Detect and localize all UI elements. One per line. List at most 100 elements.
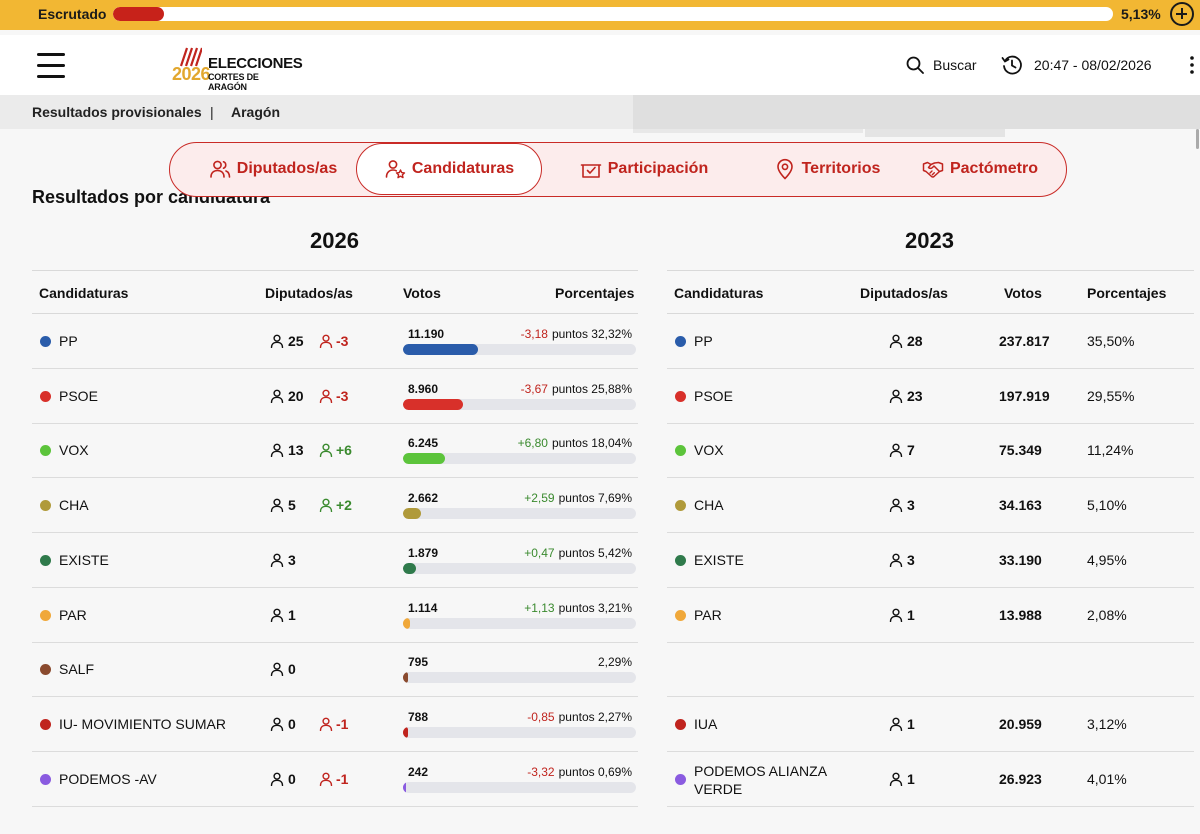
party-name: EXISTE xyxy=(59,551,109,568)
votes-count: 1.879 xyxy=(408,545,439,560)
seats-count: 28 xyxy=(907,333,923,349)
party-color-dot xyxy=(40,445,51,457)
party-name: IU- MOVIMIENTO SUMAR xyxy=(59,715,226,732)
menu-hamburger-icon[interactable] xyxy=(37,53,65,78)
tab-territorios[interactable]: Territorios xyxy=(742,143,912,195)
person-icon xyxy=(270,389,284,403)
column-header: Votos xyxy=(403,285,441,301)
percentage-value: 3,12% xyxy=(1087,715,1127,732)
percentage-info: +0,47 puntos 5,42% xyxy=(524,546,632,560)
vote-share-bar xyxy=(403,344,636,355)
vote-share-fill xyxy=(403,562,416,574)
person-icon xyxy=(889,334,903,349)
party-color-dot xyxy=(40,718,51,730)
person-delta-icon xyxy=(319,717,333,732)
table-row[interactable]: PAR 1 13.988 2,08% xyxy=(667,588,1194,643)
vote-share-bar xyxy=(403,562,636,574)
party-color-dot xyxy=(40,664,51,676)
seats-count: 5 xyxy=(288,497,296,514)
more-options-icon[interactable] xyxy=(1189,55,1195,75)
table-row[interactable]: VOX 7 75.349 11,24% xyxy=(667,423,1194,479)
results-tabs: Diputados/as Candidaturas Participación … xyxy=(169,142,1067,197)
vote-share-bar xyxy=(403,508,636,520)
column-header: Candidaturas xyxy=(39,285,129,301)
seats-count: 1 xyxy=(907,606,915,623)
party-color-dot xyxy=(675,609,686,621)
party-color-dot xyxy=(675,390,686,402)
tab-pactometro[interactable]: Pactómetro xyxy=(910,143,1050,195)
expand-plus-icon[interactable] xyxy=(1170,2,1194,26)
person-icon xyxy=(889,717,903,732)
vote-share-fill xyxy=(403,781,406,793)
elections-logo[interactable]: 2026 ELECCIONES CORTES DE ARAGÓN xyxy=(172,47,303,92)
table-row[interactable]: PODEMOS ALIANZA VERDE 1 26.923 4,01% xyxy=(667,752,1194,807)
percentage-value: puntos 0,69% xyxy=(558,764,632,779)
map-pin-icon xyxy=(776,158,793,180)
person-icon xyxy=(270,553,284,567)
user-star-icon xyxy=(385,160,406,179)
history-icon[interactable] xyxy=(1001,54,1023,76)
party-color-dot xyxy=(40,500,51,512)
table-row[interactable]: PAR 1 1.114 +1,13 puntos 3,21% xyxy=(32,588,638,643)
party-name: PAR xyxy=(694,606,722,623)
table-row[interactable]: PP 28 237.817 35,50% xyxy=(667,314,1194,369)
party-name: PAR xyxy=(59,606,87,623)
table-row[interactable]: PSOE 23 197.919 29,55% xyxy=(667,369,1194,424)
column-header: Diputados/as xyxy=(265,285,353,301)
party-name: VOX xyxy=(694,442,724,459)
party-color-dot xyxy=(40,773,51,785)
percentage-info: +6,80 puntos 18,04% xyxy=(518,436,632,450)
person-icon xyxy=(889,772,903,786)
table-row[interactable]: PP 25 -3 11.190 -3,18 puntos 32,32% xyxy=(32,314,638,369)
votes-count: 2.662 xyxy=(408,491,439,506)
percentage-info: +2,59 puntos 7,69% xyxy=(524,491,632,505)
breadcrumb-separator: | xyxy=(210,104,214,120)
vote-share-fill xyxy=(403,344,479,355)
table-row[interactable]: IU- MOVIMIENTO SUMAR 0 -1 788 -0,85 puntos 2,… xyxy=(32,697,638,752)
party-name: CHA xyxy=(694,497,724,514)
scrutiny-percentage: 5,13% xyxy=(1121,6,1161,22)
table-row[interactable]: CHA 5 +2 2.662 +2,59 puntos 7,69% xyxy=(32,478,638,534)
table-row[interactable]: SALF 0 795 2,29% xyxy=(32,642,638,698)
votes-count: 75.349 xyxy=(999,442,1042,459)
tab-participacion[interactable]: Participación xyxy=(554,143,734,195)
party-color-dot xyxy=(675,773,686,785)
percentage-value: 11,24% xyxy=(1087,442,1134,459)
breadcrumb-item-region[interactable]: Aragón xyxy=(231,104,280,120)
party-color-dot xyxy=(675,445,686,457)
table-row[interactable]: PSOE 20 -3 8.960 -3,67 puntos 25,88% xyxy=(32,369,638,424)
column-header: Porcentajes xyxy=(1087,285,1167,301)
table-row[interactable]: CHA 3 34.163 5,10% xyxy=(667,478,1194,534)
table-row[interactable]: IUA 1 20.959 3,12% xyxy=(667,697,1194,752)
tab-label: Territorios xyxy=(801,160,881,177)
percentage-change: +2,59 xyxy=(524,491,555,506)
table-row[interactable]: EXISTE 3 1.879 +0,47 puntos 5,42% xyxy=(32,533,638,588)
breadcrumb-backdrop-lip xyxy=(633,129,863,133)
party-color-dot xyxy=(675,718,686,730)
percentage-value: puntos 7,69% xyxy=(558,491,632,506)
table-row[interactable]: PODEMOS -AV 0 -1 242 -3,32 puntos 0,69% xyxy=(32,752,638,807)
tab-candidaturas[interactable]: Candidaturas xyxy=(356,143,542,195)
party-name: PODEMOS -AV xyxy=(59,770,157,787)
percentage-value: 35,50% xyxy=(1087,333,1135,349)
year-heading-previous: 2023 xyxy=(905,228,954,253)
party-name: PP xyxy=(59,333,78,349)
table-row[interactable]: VOX 13 +6 6.245 +6,80 puntos 18,04% xyxy=(32,423,638,479)
scrollbar-thumb[interactable] xyxy=(1196,129,1199,149)
percentage-value: 2,29% xyxy=(597,655,632,670)
table-header: Candidaturas Diputados/as Votos Porcenta… xyxy=(32,270,638,314)
search-icon[interactable] xyxy=(906,56,924,74)
search-button[interactable]: Buscar xyxy=(933,57,977,73)
year-heading-current: 2026 xyxy=(310,228,359,253)
breadcrumb-item-provisional[interactable]: Resultados provisionales xyxy=(32,104,202,120)
votes-count: 13.988 xyxy=(999,606,1042,623)
seats-count: 3 xyxy=(288,551,296,568)
party-name: CHA xyxy=(59,497,89,514)
table-row[interactable]: EXISTE 3 33.190 4,95% xyxy=(667,533,1194,588)
person-icon xyxy=(270,717,284,732)
tab-diputados[interactable]: Diputados/as xyxy=(188,143,358,195)
votes-count: 34.163 xyxy=(999,497,1042,514)
column-header: Porcentajes xyxy=(555,285,635,301)
votes-count: 11.190 xyxy=(408,327,445,341)
seats-count: 0 xyxy=(288,661,296,678)
